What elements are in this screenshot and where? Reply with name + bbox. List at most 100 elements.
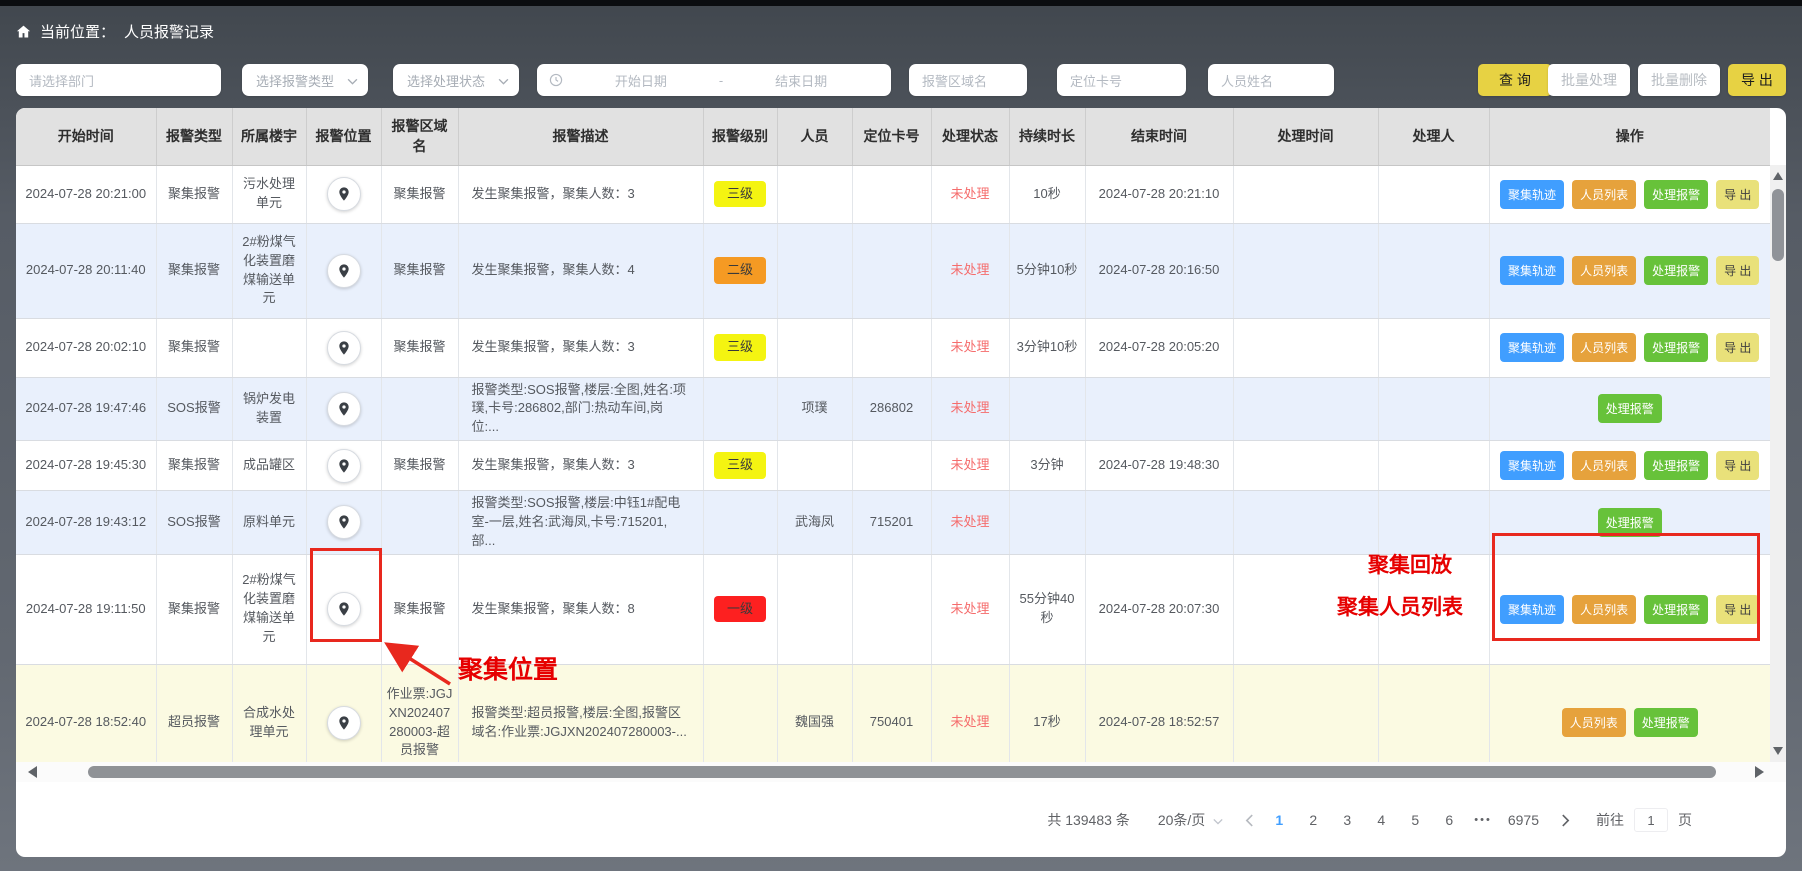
handle-row-button[interactable]: 处理报警 bbox=[1598, 508, 1662, 537]
end-date-field[interactable]: 结束日期 bbox=[723, 71, 879, 90]
export-button[interactable]: 导 出 bbox=[1728, 64, 1786, 96]
scroll-up-icon[interactable] bbox=[1773, 172, 1783, 180]
handle-row-button[interactable]: 处理报警 bbox=[1644, 180, 1708, 209]
list-row-button[interactable]: 人员列表 bbox=[1572, 451, 1636, 480]
area-name-cell: 聚集报警 bbox=[381, 165, 458, 223]
area-name-cell bbox=[381, 491, 458, 555]
list-row-button[interactable]: 人员列表 bbox=[1562, 708, 1626, 737]
handler-cell bbox=[1378, 377, 1489, 441]
location-pin-icon[interactable] bbox=[327, 592, 361, 626]
desc-cell: 发生聚集报警，聚集人数：4 bbox=[458, 223, 703, 318]
batch-handle-button[interactable]: 批量处理 bbox=[1548, 64, 1630, 96]
status-cell: 未处理 bbox=[931, 377, 1009, 441]
page-size-select[interactable]: 20条/页 bbox=[1158, 810, 1223, 830]
actions-cell: 处理报警 bbox=[1489, 491, 1770, 555]
end-time-cell: 2024-07-28 18:52:57 bbox=[1085, 664, 1233, 762]
scroll-right-icon[interactable] bbox=[1755, 766, 1764, 778]
department-input[interactable]: 请选择部门 bbox=[16, 64, 221, 96]
list-row-button[interactable]: 人员列表 bbox=[1572, 180, 1636, 209]
track-row-button[interactable]: 聚集轨迹 bbox=[1500, 180, 1564, 209]
export-row-button[interactable]: 导 出 bbox=[1716, 180, 1759, 209]
horizontal-scrollbar[interactable] bbox=[16, 762, 1786, 782]
page-number-last[interactable]: 6975 bbox=[1508, 812, 1539, 828]
location-pin-icon[interactable] bbox=[327, 392, 361, 426]
date-range-picker[interactable]: 开始日期 - 结束日期 bbox=[537, 64, 891, 96]
track-row-button[interactable]: 聚集轨迹 bbox=[1500, 333, 1564, 362]
status-cell: 未处理 bbox=[931, 318, 1009, 377]
table-row: 2024-07-28 18:52:40超员报警合成水处理单元作业票:JGJXN2… bbox=[16, 664, 1770, 762]
page-number[interactable]: 6 bbox=[1440, 812, 1458, 828]
location-pin-icon[interactable] bbox=[327, 449, 361, 483]
duration-cell bbox=[1009, 377, 1085, 441]
start-date-field[interactable]: 开始日期 bbox=[563, 71, 719, 90]
table-header-row: 开始时间报警类型所属楼宇报警位置报警区域名报警描述报警级别人员定位卡号处理状态持… bbox=[16, 108, 1770, 165]
area-name-input[interactable]: 报警区域名 bbox=[909, 64, 1027, 96]
list-row-button[interactable]: 人员列表 bbox=[1572, 595, 1636, 624]
next-page-button[interactable] bbox=[1561, 814, 1570, 827]
prev-page-button[interactable] bbox=[1245, 814, 1254, 827]
page-number[interactable]: 3 bbox=[1338, 812, 1356, 828]
duration-cell: 17秒 bbox=[1009, 664, 1085, 762]
page-size-value: 20条/页 bbox=[1158, 810, 1205, 830]
list-row-button[interactable]: 人员列表 bbox=[1572, 256, 1636, 285]
vertical-scroll-thumb[interactable] bbox=[1772, 189, 1784, 261]
person-name-input[interactable]: 人员姓名 bbox=[1208, 64, 1334, 96]
filter-bar: 请选择部门 选择报警类型 选择处理状态 开始日期 - 结束日期 报警区域名 定位… bbox=[16, 64, 1786, 96]
batch-delete-button[interactable]: 批量删除 bbox=[1638, 64, 1720, 96]
person-cell bbox=[777, 165, 852, 223]
export-row-button[interactable]: 导 出 bbox=[1716, 451, 1759, 480]
handle-row-button[interactable]: 处理报警 bbox=[1644, 256, 1708, 285]
person-cell: 项璞 bbox=[777, 377, 852, 441]
location-pin-icon[interactable] bbox=[327, 331, 361, 365]
handle-row-button[interactable]: 处理报警 bbox=[1644, 595, 1708, 624]
page-number[interactable]: 1 bbox=[1270, 812, 1288, 828]
export-row-button[interactable]: 导 出 bbox=[1716, 256, 1759, 285]
location-pin-icon[interactable] bbox=[327, 177, 361, 211]
list-row-button[interactable]: 人员列表 bbox=[1572, 333, 1636, 362]
alarm-type-select[interactable]: 选择报警类型 bbox=[242, 64, 368, 96]
chevron-down-icon bbox=[498, 73, 509, 88]
scroll-left-icon[interactable] bbox=[28, 766, 37, 778]
track-row-button[interactable]: 聚集轨迹 bbox=[1500, 451, 1564, 480]
alarm-position-cell bbox=[306, 441, 381, 491]
query-button[interactable]: 查 询 bbox=[1478, 64, 1552, 96]
export-row-button[interactable]: 导 出 bbox=[1716, 333, 1759, 362]
vertical-scrollbar[interactable] bbox=[1770, 165, 1786, 762]
track-row-button[interactable]: 聚集轨迹 bbox=[1500, 256, 1564, 285]
person-cell bbox=[777, 223, 852, 318]
alarm-position-cell bbox=[306, 554, 381, 664]
goto-input[interactable] bbox=[1634, 808, 1668, 832]
handle-time-cell bbox=[1233, 377, 1378, 441]
handle-row-button[interactable]: 处理报警 bbox=[1598, 394, 1662, 423]
table-row: 2024-07-28 20:21:00聚集报警污水处理单元聚集报警发生聚集报警，… bbox=[16, 165, 1770, 223]
handle-row-button[interactable]: 处理报警 bbox=[1634, 708, 1698, 737]
handle-row-button[interactable]: 处理报警 bbox=[1644, 451, 1708, 480]
duration-cell: 5分钟10秒 bbox=[1009, 223, 1085, 318]
level-cell: 三级 bbox=[703, 441, 777, 491]
column-header: 处理时间 bbox=[1233, 108, 1378, 165]
column-header: 人员 bbox=[777, 108, 852, 165]
location-pin-icon[interactable] bbox=[327, 706, 361, 740]
level-cell bbox=[703, 664, 777, 762]
horizontal-scroll-thumb[interactable] bbox=[88, 766, 1716, 778]
handle-row-button[interactable]: 处理报警 bbox=[1644, 333, 1708, 362]
alarm-position-cell bbox=[306, 165, 381, 223]
handle-status-select[interactable]: 选择处理状态 bbox=[393, 64, 519, 96]
pagination-ellipsis[interactable]: ••• bbox=[1474, 814, 1492, 826]
home-icon[interactable] bbox=[16, 24, 31, 39]
page-number[interactable]: 4 bbox=[1372, 812, 1390, 828]
handler-cell bbox=[1378, 165, 1489, 223]
export-row-button[interactable]: 导 出 bbox=[1716, 595, 1759, 624]
pagination: 共 139483 条 20条/页 123456 ••• 6975 前往 页 bbox=[1047, 806, 1692, 834]
scroll-down-icon[interactable] bbox=[1773, 747, 1783, 755]
page-number[interactable]: 5 bbox=[1406, 812, 1424, 828]
location-pin-icon[interactable] bbox=[327, 505, 361, 539]
page-number[interactable]: 2 bbox=[1304, 812, 1322, 828]
desc-cell: 发生聚集报警，聚集人数：3 bbox=[458, 441, 703, 491]
alarm-type-cell: SOS报警 bbox=[156, 491, 232, 555]
track-row-button[interactable]: 聚集轨迹 bbox=[1500, 595, 1564, 624]
end-time-cell: 2024-07-28 20:07:30 bbox=[1085, 554, 1233, 664]
location-pin-icon[interactable] bbox=[327, 254, 361, 288]
status-cell: 未处理 bbox=[931, 223, 1009, 318]
card-no-input[interactable]: 定位卡号 bbox=[1057, 64, 1186, 96]
